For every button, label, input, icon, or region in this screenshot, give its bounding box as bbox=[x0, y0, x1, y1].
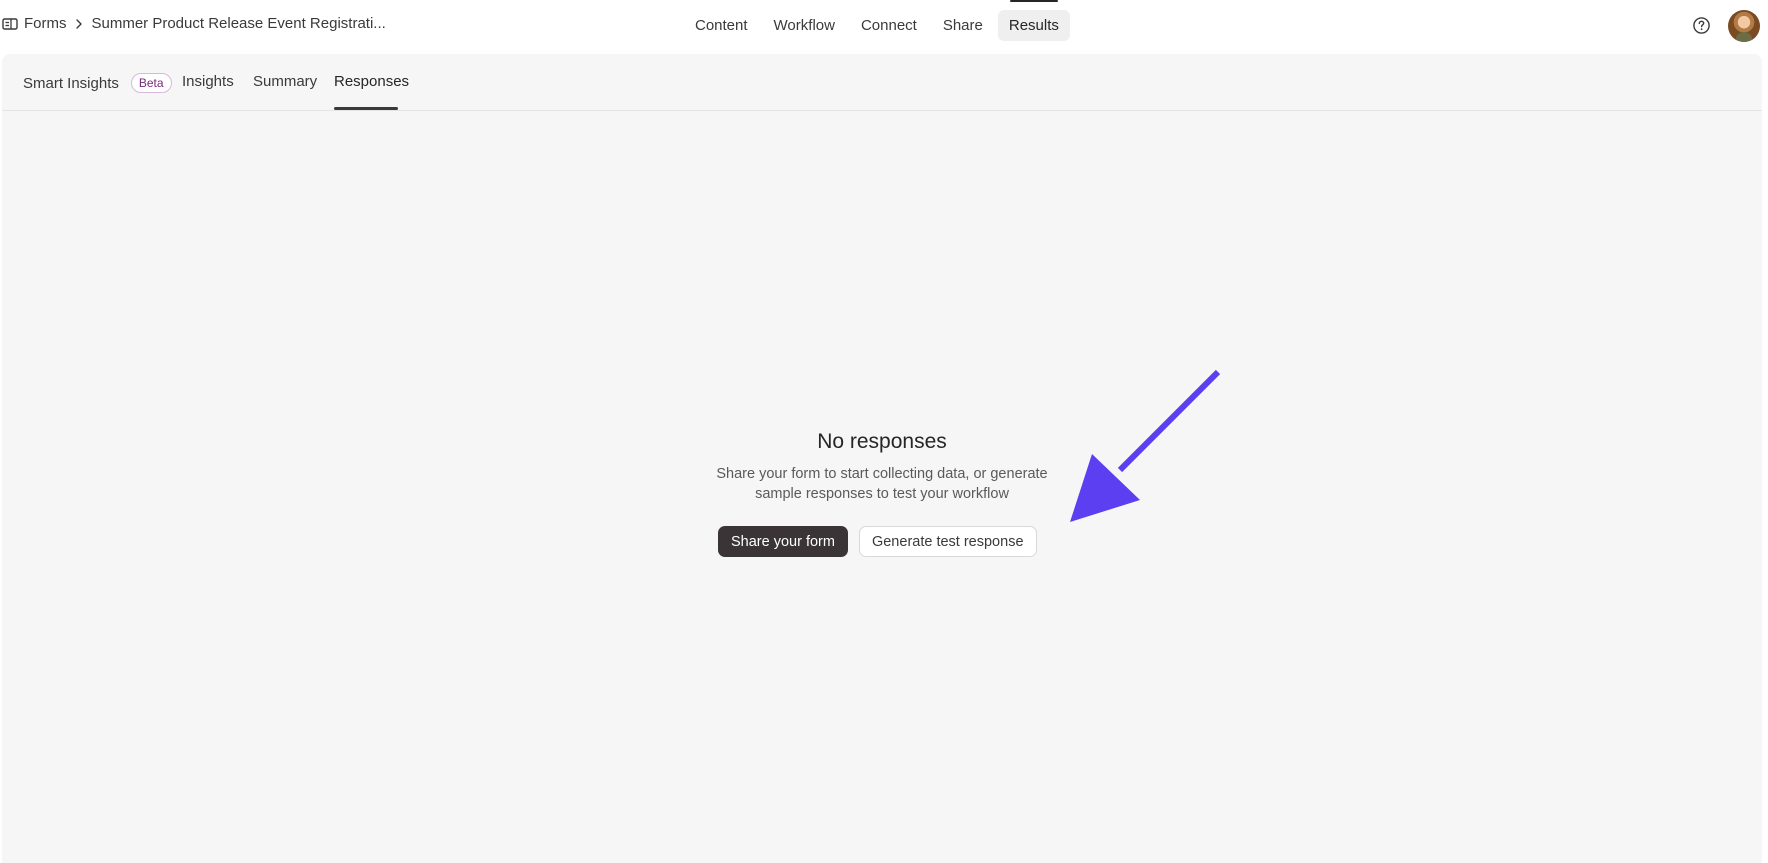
nav-workflow[interactable]: Workflow bbox=[763, 10, 846, 41]
empty-state-description-line-1: Share your form to start collecting data… bbox=[716, 466, 1048, 482]
help-circle-icon[interactable] bbox=[1692, 16, 1711, 35]
breadcrumb-form-title[interactable]: Summer Product Release Event Registrati.… bbox=[92, 15, 386, 32]
arrow-annotation bbox=[1070, 369, 1221, 522]
nav-share[interactable]: Share bbox=[932, 10, 994, 41]
form-icon bbox=[2, 16, 18, 32]
empty-state-description-line-2: sample responses to test your workflow bbox=[755, 486, 1009, 502]
nav-connect[interactable]: Connect bbox=[850, 10, 928, 41]
user-avatar[interactable] bbox=[1728, 10, 1760, 42]
empty-state: No responses Share your form to start co… bbox=[2, 54, 1762, 863]
results-panel: Smart Insights Beta Insights Summary Res… bbox=[2, 54, 1762, 863]
breadcrumb-forms-link[interactable]: Forms bbox=[24, 15, 67, 32]
empty-state-actions: Share your form Generate test response bbox=[718, 526, 1037, 557]
empty-state-title: No responses bbox=[817, 430, 947, 453]
chevron-right-icon bbox=[75, 18, 83, 30]
nav-results[interactable]: Results bbox=[997, 0, 1070, 41]
empty-state-description: Share your form to start collecting data… bbox=[672, 464, 1092, 504]
share-form-button[interactable]: Share your form bbox=[718, 526, 848, 557]
generate-test-response-button[interactable]: Generate test response bbox=[858, 526, 1037, 557]
nav-content[interactable]: Content bbox=[684, 10, 759, 41]
main-nav: Content Workflow Connect Share Results bbox=[684, 0, 1070, 41]
top-bar: Forms Summer Product Release Event Regis… bbox=[0, 0, 1768, 52]
breadcrumb: Forms Summer Product Release Event Regis… bbox=[2, 15, 386, 32]
